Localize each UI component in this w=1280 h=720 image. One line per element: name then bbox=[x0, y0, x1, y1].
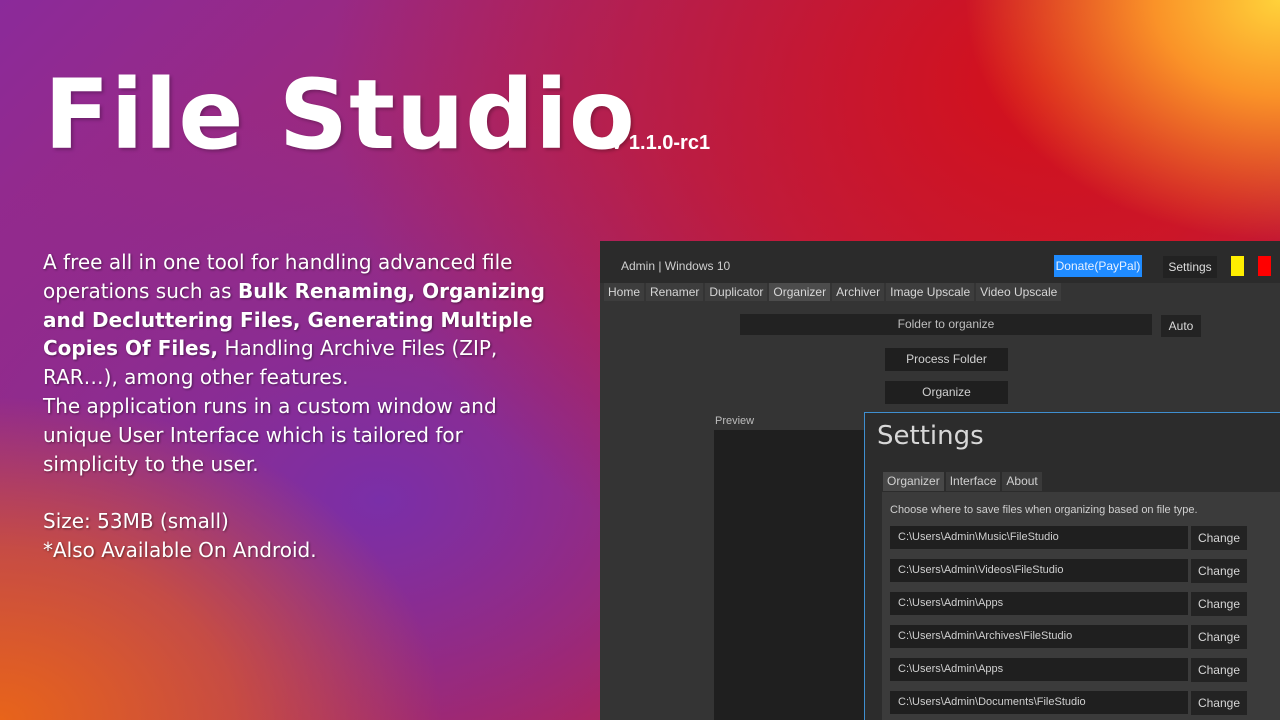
size-label: Size: 53MB (small) bbox=[43, 509, 229, 534]
settings-body: Choose where to save files when organizi… bbox=[882, 492, 1280, 720]
change-button[interactable]: Change bbox=[1191, 526, 1247, 550]
android-note: *Also Available On Android. bbox=[43, 537, 317, 562]
path-field[interactable]: C:\Users\Admin\Videos\FileStudio bbox=[890, 559, 1188, 582]
path-row: C:\Users\Admin\Videos\FileStudio Change bbox=[890, 559, 1248, 583]
settings-tab-organizer[interactable]: Organizer bbox=[883, 472, 944, 491]
settings-tabs: Organizer Interface About bbox=[883, 472, 1042, 491]
preview-pane bbox=[714, 430, 866, 720]
folder-input[interactable]: Folder to organize bbox=[740, 314, 1152, 335]
settings-title: Settings bbox=[877, 421, 984, 451]
settings-tab-about[interactable]: About bbox=[1002, 472, 1042, 491]
path-row: C:\Users\Admin\Apps Change bbox=[890, 658, 1248, 682]
settings-description: Choose where to save files when organizi… bbox=[890, 504, 1198, 516]
tab-renamer[interactable]: Renamer bbox=[646, 283, 704, 301]
tab-video-upscale[interactable]: Video Upscale bbox=[976, 283, 1062, 301]
path-field[interactable]: C:\Users\Admin\Archives\FileStudio bbox=[890, 625, 1188, 648]
tab-organizer[interactable]: Organizer bbox=[769, 283, 831, 301]
change-button[interactable]: Change bbox=[1191, 691, 1247, 715]
title-bar: Admin | Windows 10 Donate(PayPal) Settin… bbox=[600, 241, 1280, 283]
app-title: File Studio bbox=[44, 59, 636, 171]
description: A free all in one tool for handling adva… bbox=[43, 248, 563, 565]
close-button[interactable] bbox=[1258, 256, 1271, 276]
tab-duplicator[interactable]: Duplicator bbox=[705, 283, 768, 301]
settings-panel: Settings Organizer Interface About Choos… bbox=[864, 412, 1280, 720]
organize-button[interactable]: Organize bbox=[885, 381, 1008, 404]
minimize-button[interactable] bbox=[1231, 256, 1244, 276]
settings-button[interactable]: Settings bbox=[1163, 256, 1217, 278]
tab-archiver[interactable]: Archiver bbox=[832, 283, 885, 301]
path-row: C:\Users\Admin\Archives\FileStudio Chang… bbox=[890, 625, 1248, 649]
path-row: C:\Users\Admin\Apps Change bbox=[890, 592, 1248, 616]
app-window: Admin | Windows 10 Donate(PayPal) Settin… bbox=[600, 241, 1280, 720]
window-title: Admin | Windows 10 bbox=[621, 259, 731, 273]
process-folder-button[interactable]: Process Folder bbox=[885, 348, 1008, 371]
change-button[interactable]: Change bbox=[1191, 658, 1247, 682]
main-tabs: Home Renamer Duplicator Organizer Archiv… bbox=[604, 283, 1062, 301]
path-field[interactable]: C:\Users\Admin\Documents\FileStudio bbox=[890, 691, 1188, 714]
preview-label: Preview bbox=[715, 415, 755, 427]
auto-button[interactable]: Auto bbox=[1161, 315, 1201, 337]
path-row: C:\Users\Admin\Documents\FileStudio Chan… bbox=[890, 691, 1248, 715]
settings-tab-interface[interactable]: Interface bbox=[945, 472, 1001, 491]
change-button[interactable]: Change bbox=[1191, 625, 1247, 649]
change-button[interactable]: Change bbox=[1191, 592, 1247, 616]
path-field[interactable]: C:\Users\Admin\Apps bbox=[890, 592, 1188, 615]
path-row: C:\Users\Admin\Music\FileStudio Change bbox=[890, 526, 1248, 550]
path-field[interactable]: C:\Users\Admin\Music\FileStudio bbox=[890, 526, 1188, 549]
description-paragraph-2: The application runs in a custom window … bbox=[43, 393, 497, 476]
donate-button[interactable]: Donate(PayPal) bbox=[1054, 255, 1142, 277]
tab-image-upscale[interactable]: Image Upscale bbox=[886, 283, 975, 301]
path-field[interactable]: C:\Users\Admin\Apps bbox=[890, 658, 1188, 681]
version-label: V 1.1.0-rc1 bbox=[610, 132, 711, 154]
tab-home[interactable]: Home bbox=[604, 283, 645, 301]
change-button[interactable]: Change bbox=[1191, 559, 1247, 583]
